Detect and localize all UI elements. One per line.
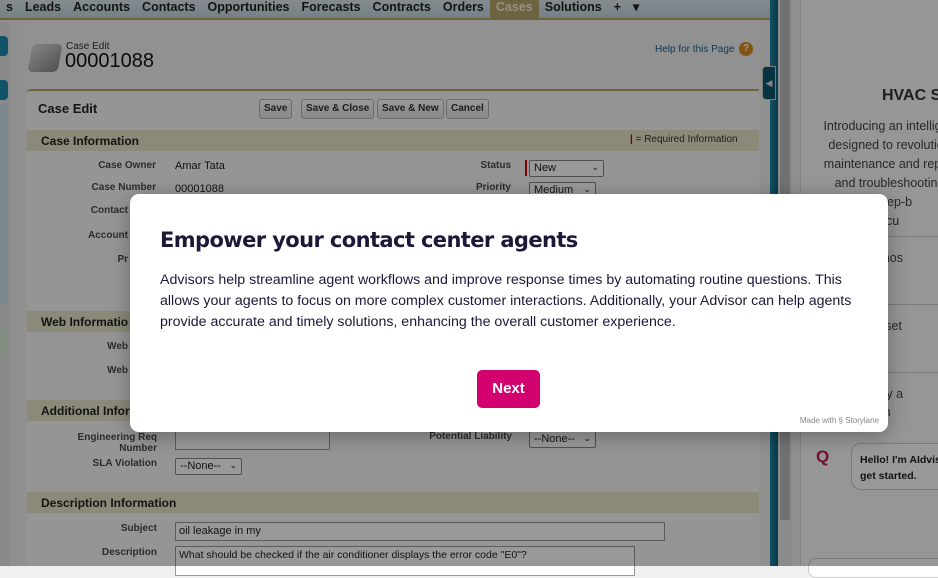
tour-modal: Empower your contact center agents Advis…	[130, 194, 888, 432]
modal-title: Empower your contact center agents	[160, 228, 578, 252]
storylane-watermark[interactable]: Made with § Storylane	[800, 416, 879, 425]
next-button[interactable]: Next	[477, 370, 540, 408]
modal-body: Advisors help streamline agent workflows…	[160, 272, 852, 330]
